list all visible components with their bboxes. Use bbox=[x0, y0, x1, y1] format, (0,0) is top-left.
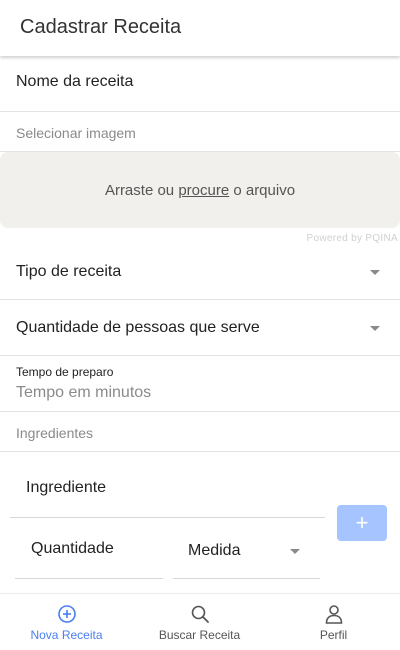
recipe-type-label: Tipo de receita bbox=[16, 263, 122, 280]
nav-label: Perfil bbox=[319, 628, 348, 642]
quantity-input[interactable]: Quantidade bbox=[15, 530, 163, 579]
prep-time-input[interactable]: Tempo em minutos bbox=[16, 384, 151, 402]
ingredient-name-label: Ingrediente bbox=[26, 479, 107, 496]
recipe-name-field[interactable]: Nome da receita bbox=[0, 56, 400, 112]
recipe-name-label: Nome da receita bbox=[16, 73, 134, 90]
chevron-down-icon bbox=[290, 549, 300, 554]
nav-perfil[interactable]: Perfil bbox=[267, 594, 400, 650]
dropzone-text: Arraste ou procure o arquivo bbox=[104, 182, 296, 199]
add-ingredient-button[interactable]: + bbox=[337, 505, 387, 541]
chevron-down-icon bbox=[370, 326, 380, 331]
ingredients-label: Ingredientes bbox=[16, 425, 94, 441]
image-label: Selecionar imagem bbox=[16, 125, 136, 141]
ingredient-name-input[interactable]: Ingrediente bbox=[10, 470, 325, 518]
measure-label: Medida bbox=[188, 542, 241, 559]
app-bar: Cadastrar Receita bbox=[0, 0, 400, 56]
servings-select[interactable]: Quantidade de pessoas que serve bbox=[0, 300, 400, 356]
nav-buscar-receita[interactable]: Buscar Receita bbox=[133, 594, 266, 650]
person-icon bbox=[325, 605, 342, 624]
quantity-label: Quantidade bbox=[31, 540, 114, 557]
nav-label: Nova Receita bbox=[30, 628, 103, 642]
image-section: Selecionar imagem bbox=[0, 112, 400, 152]
ingredients-section: Ingredientes bbox=[0, 412, 400, 452]
chevron-down-icon bbox=[370, 270, 380, 275]
bottom-navigation: Nova Receita Buscar Receita Perfil bbox=[0, 593, 400, 650]
nav-nova-receita[interactable]: Nova Receita bbox=[0, 594, 133, 650]
search-icon bbox=[191, 605, 209, 623]
browse-file-link[interactable]: procure bbox=[178, 182, 229, 199]
image-dropzone[interactable]: Arraste ou procure o arquivo bbox=[0, 152, 400, 228]
recipe-type-select[interactable]: Tipo de receita bbox=[0, 244, 400, 300]
nav-label: Buscar Receita bbox=[158, 628, 241, 642]
servings-label: Quantidade de pessoas que serve bbox=[16, 319, 260, 336]
powered-by-text: Powered by PQINA bbox=[306, 233, 398, 244]
plus-circle-icon bbox=[57, 605, 76, 623]
prep-time-label: Tempo de preparo bbox=[16, 365, 114, 379]
page-title: Cadastrar Receita bbox=[20, 16, 182, 38]
measure-select[interactable]: Medida bbox=[173, 530, 320, 579]
